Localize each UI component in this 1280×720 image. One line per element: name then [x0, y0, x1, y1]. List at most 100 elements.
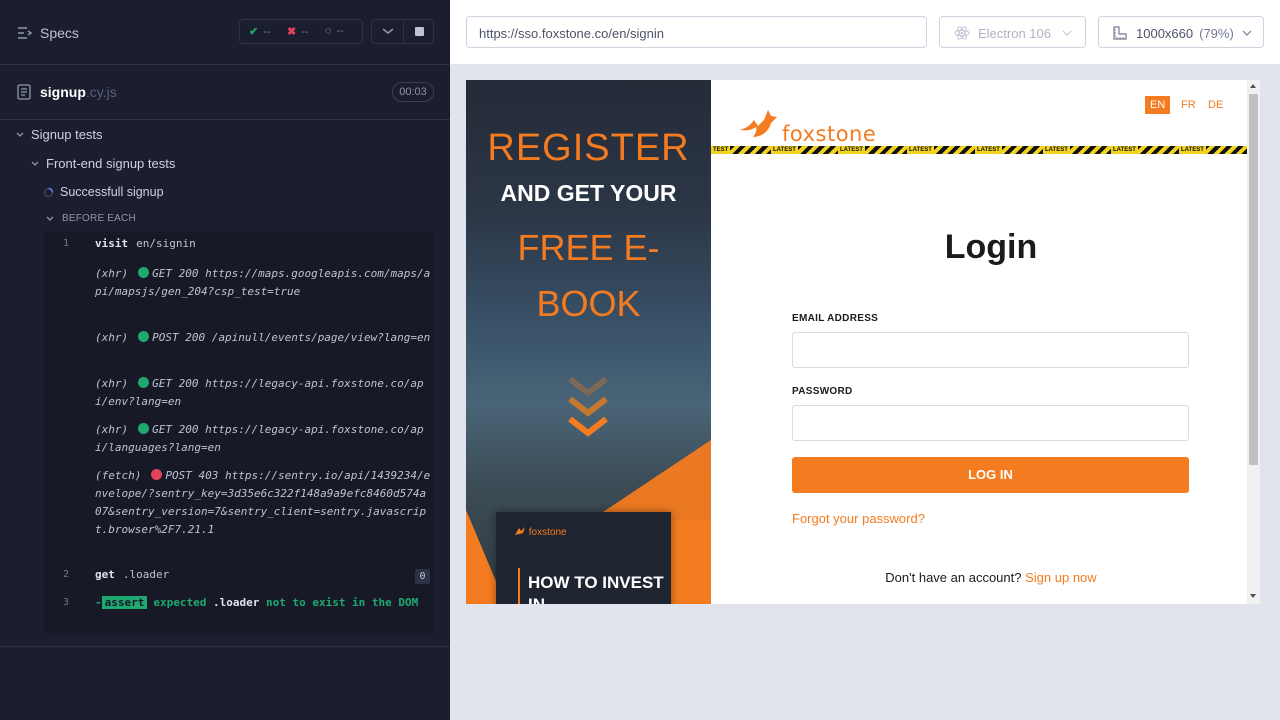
- signup-link[interactable]: Sign up now: [1025, 570, 1097, 585]
- promo-heading: REGISTER: [487, 127, 690, 169]
- assertion-command[interactable]: - assert expected .loader not to exist in …: [95, 594, 425, 612]
- command-arg: en/signin: [136, 237, 196, 250]
- latest-banner-tape: TEST LATEST LATEST LATEST LATEST LATEST …: [711, 146, 1247, 154]
- lang-fr[interactable]: FR: [1176, 96, 1201, 114]
- chevron-down-icon: [1242, 30, 1252, 36]
- viewport-size: 1000x660: [1136, 26, 1194, 41]
- lang-de[interactable]: DE: [1203, 96, 1228, 114]
- test-stats: ✔ -- ✖ -- ◌ --: [239, 19, 363, 44]
- command-get[interactable]: get .loader: [95, 568, 169, 581]
- test-title[interactable]: Successfull signup: [60, 185, 164, 199]
- promo-highlight: FREE E-BOOK: [517, 227, 660, 324]
- spec-file-row[interactable]: signup.cy.js 00:03: [0, 65, 450, 120]
- electron-icon: [954, 26, 970, 40]
- ruler-icon: [1113, 26, 1127, 40]
- run-controls: [371, 19, 434, 44]
- status-error-icon: [151, 469, 163, 480]
- request-type: (xhr): [95, 331, 129, 344]
- signup-prompt-text: Don't have an account?: [885, 570, 1022, 585]
- spec-file-basename: signup: [40, 84, 86, 100]
- page-title: Login: [944, 228, 1038, 266]
- login-panel: foxstone EN FR DE TEST LATEST LATEST LAT…: [711, 80, 1247, 604]
- forgot-password-link[interactable]: Forgot your password?: [792, 511, 925, 526]
- password-label: PASSWORD: [792, 386, 853, 397]
- element-count-badge: 0: [415, 569, 430, 584]
- tape-label: LATEST: [907, 146, 934, 154]
- aut-header: https://sso.foxstone.co/en/signin Electr…: [450, 0, 1280, 64]
- chevron-down-icon[interactable]: [45, 214, 55, 224]
- command-log: 1 visit en/signin (xhr) GET 200 https://ma…: [44, 232, 434, 633]
- request-log-item[interactable]: (xhr) GET 200 https://legacy-api.foxstone…: [95, 421, 431, 457]
- chevron-down-icon[interactable]: [380, 24, 396, 38]
- specs-label[interactable]: Specs: [40, 25, 79, 41]
- assertion-dash: -: [95, 596, 102, 609]
- specs-list-icon[interactable]: [17, 26, 33, 40]
- browser-label: Electron 106: [978, 26, 1051, 41]
- status-success-icon: [138, 423, 150, 434]
- passed-stat: ✔ --: [249, 25, 271, 38]
- ebook-logo: foxstone: [514, 526, 567, 538]
- assertion-expected: expected: [153, 596, 207, 609]
- request-type: (fetch): [95, 469, 142, 482]
- stop-button[interactable]: [415, 27, 424, 36]
- check-icon: ✔: [249, 26, 259, 38]
- hook-title[interactable]: BEFORE EACH: [62, 213, 136, 224]
- login-button[interactable]: LOG IN: [792, 457, 1189, 493]
- email-field[interactable]: [792, 332, 1189, 368]
- suite-title[interactable]: Signup tests: [31, 127, 103, 142]
- request-type: (xhr): [95, 377, 129, 390]
- logo-text: foxstone: [782, 122, 877, 146]
- ebook-cover: foxstone HOW TO INVEST IN: [496, 512, 671, 604]
- request-log-item[interactable]: (fetch) POST 403 https://sentry.io/api/14…: [95, 467, 431, 539]
- command-name: visit: [95, 237, 129, 250]
- status-success-icon: [138, 267, 150, 278]
- app-under-test: REGISTER AND GET YOUR FREE E-BOOK foxsto…: [466, 80, 1260, 604]
- chevron-down-icon[interactable]: [15, 130, 25, 140]
- assertion-rest: not to exist in the DOM: [265, 596, 419, 609]
- tape-label: TEST: [711, 146, 731, 154]
- lang-en[interactable]: EN: [1145, 96, 1171, 114]
- browser-selector[interactable]: Electron 106: [939, 16, 1086, 48]
- tape-label: LATEST: [1043, 146, 1070, 154]
- promo-subheading: AND GET YOUR: [500, 180, 677, 206]
- request-log-item[interactable]: (xhr) POST 200 /apinull/events/page/view?…: [95, 329, 431, 347]
- viewport-zoom: (79%): [1199, 26, 1234, 41]
- spec-duration: 00:03: [392, 82, 434, 102]
- spec-file-name: signup.cy.js: [40, 84, 117, 100]
- foxstone-logo[interactable]: foxstone: [738, 108, 876, 146]
- request-text: POST 403 https://sentry.io/api/1439234/e…: [95, 469, 431, 536]
- assert-badge: assert: [101, 596, 148, 609]
- decor-shape: [591, 440, 711, 520]
- scroll-thumb[interactable]: [1249, 94, 1258, 465]
- command-visit[interactable]: visit en/signin: [95, 237, 196, 250]
- email-label: EMAIL ADDRESS: [792, 313, 879, 324]
- tape-label: LATEST: [975, 146, 1002, 154]
- assertion-selector: .loader: [212, 596, 260, 609]
- failed-stat: ✖ --: [287, 25, 309, 38]
- spec-file-ext: .cy.js: [85, 84, 117, 100]
- command-arg: .loader: [122, 568, 170, 581]
- reporter-panel: Specs ✔ -- ✖ -- ◌ -- signup.cy.js 00:03 Sig…: [0, 0, 450, 720]
- page-scrollbar[interactable]: [1247, 80, 1260, 604]
- signup-prompt: Don't have an account? Sign up now: [711, 570, 1260, 585]
- viewport-selector[interactable]: 1000x660 (79%): [1098, 16, 1264, 48]
- fox-icon: [515, 527, 525, 535]
- subsuite-title[interactable]: Front-end signup tests: [46, 156, 175, 171]
- password-field[interactable]: [792, 405, 1189, 441]
- status-success-icon: [138, 331, 150, 342]
- request-type: (xhr): [95, 267, 129, 280]
- scroll-up-arrow[interactable]: [1250, 84, 1256, 88]
- document-icon: [17, 84, 31, 100]
- request-log-item[interactable]: (xhr) GET 200 https://maps.googleapis.com…: [95, 265, 431, 301]
- request-type: (xhr): [95, 423, 129, 436]
- url-bar[interactable]: https://sso.foxstone.co/en/signin: [466, 16, 927, 48]
- pending-stat: ◌ --: [325, 25, 344, 37]
- tape-label: LATEST: [1111, 146, 1138, 154]
- command-number: 3: [63, 597, 70, 608]
- scroll-down-arrow[interactable]: [1250, 594, 1256, 598]
- request-log-item[interactable]: (xhr) GET 200 https://legacy-api.foxstone…: [95, 375, 431, 411]
- divider: [0, 646, 450, 647]
- cross-icon: ✖: [287, 26, 297, 38]
- chevron-down-icon[interactable]: [30, 159, 40, 169]
- chevrons-down-icon: [568, 376, 608, 437]
